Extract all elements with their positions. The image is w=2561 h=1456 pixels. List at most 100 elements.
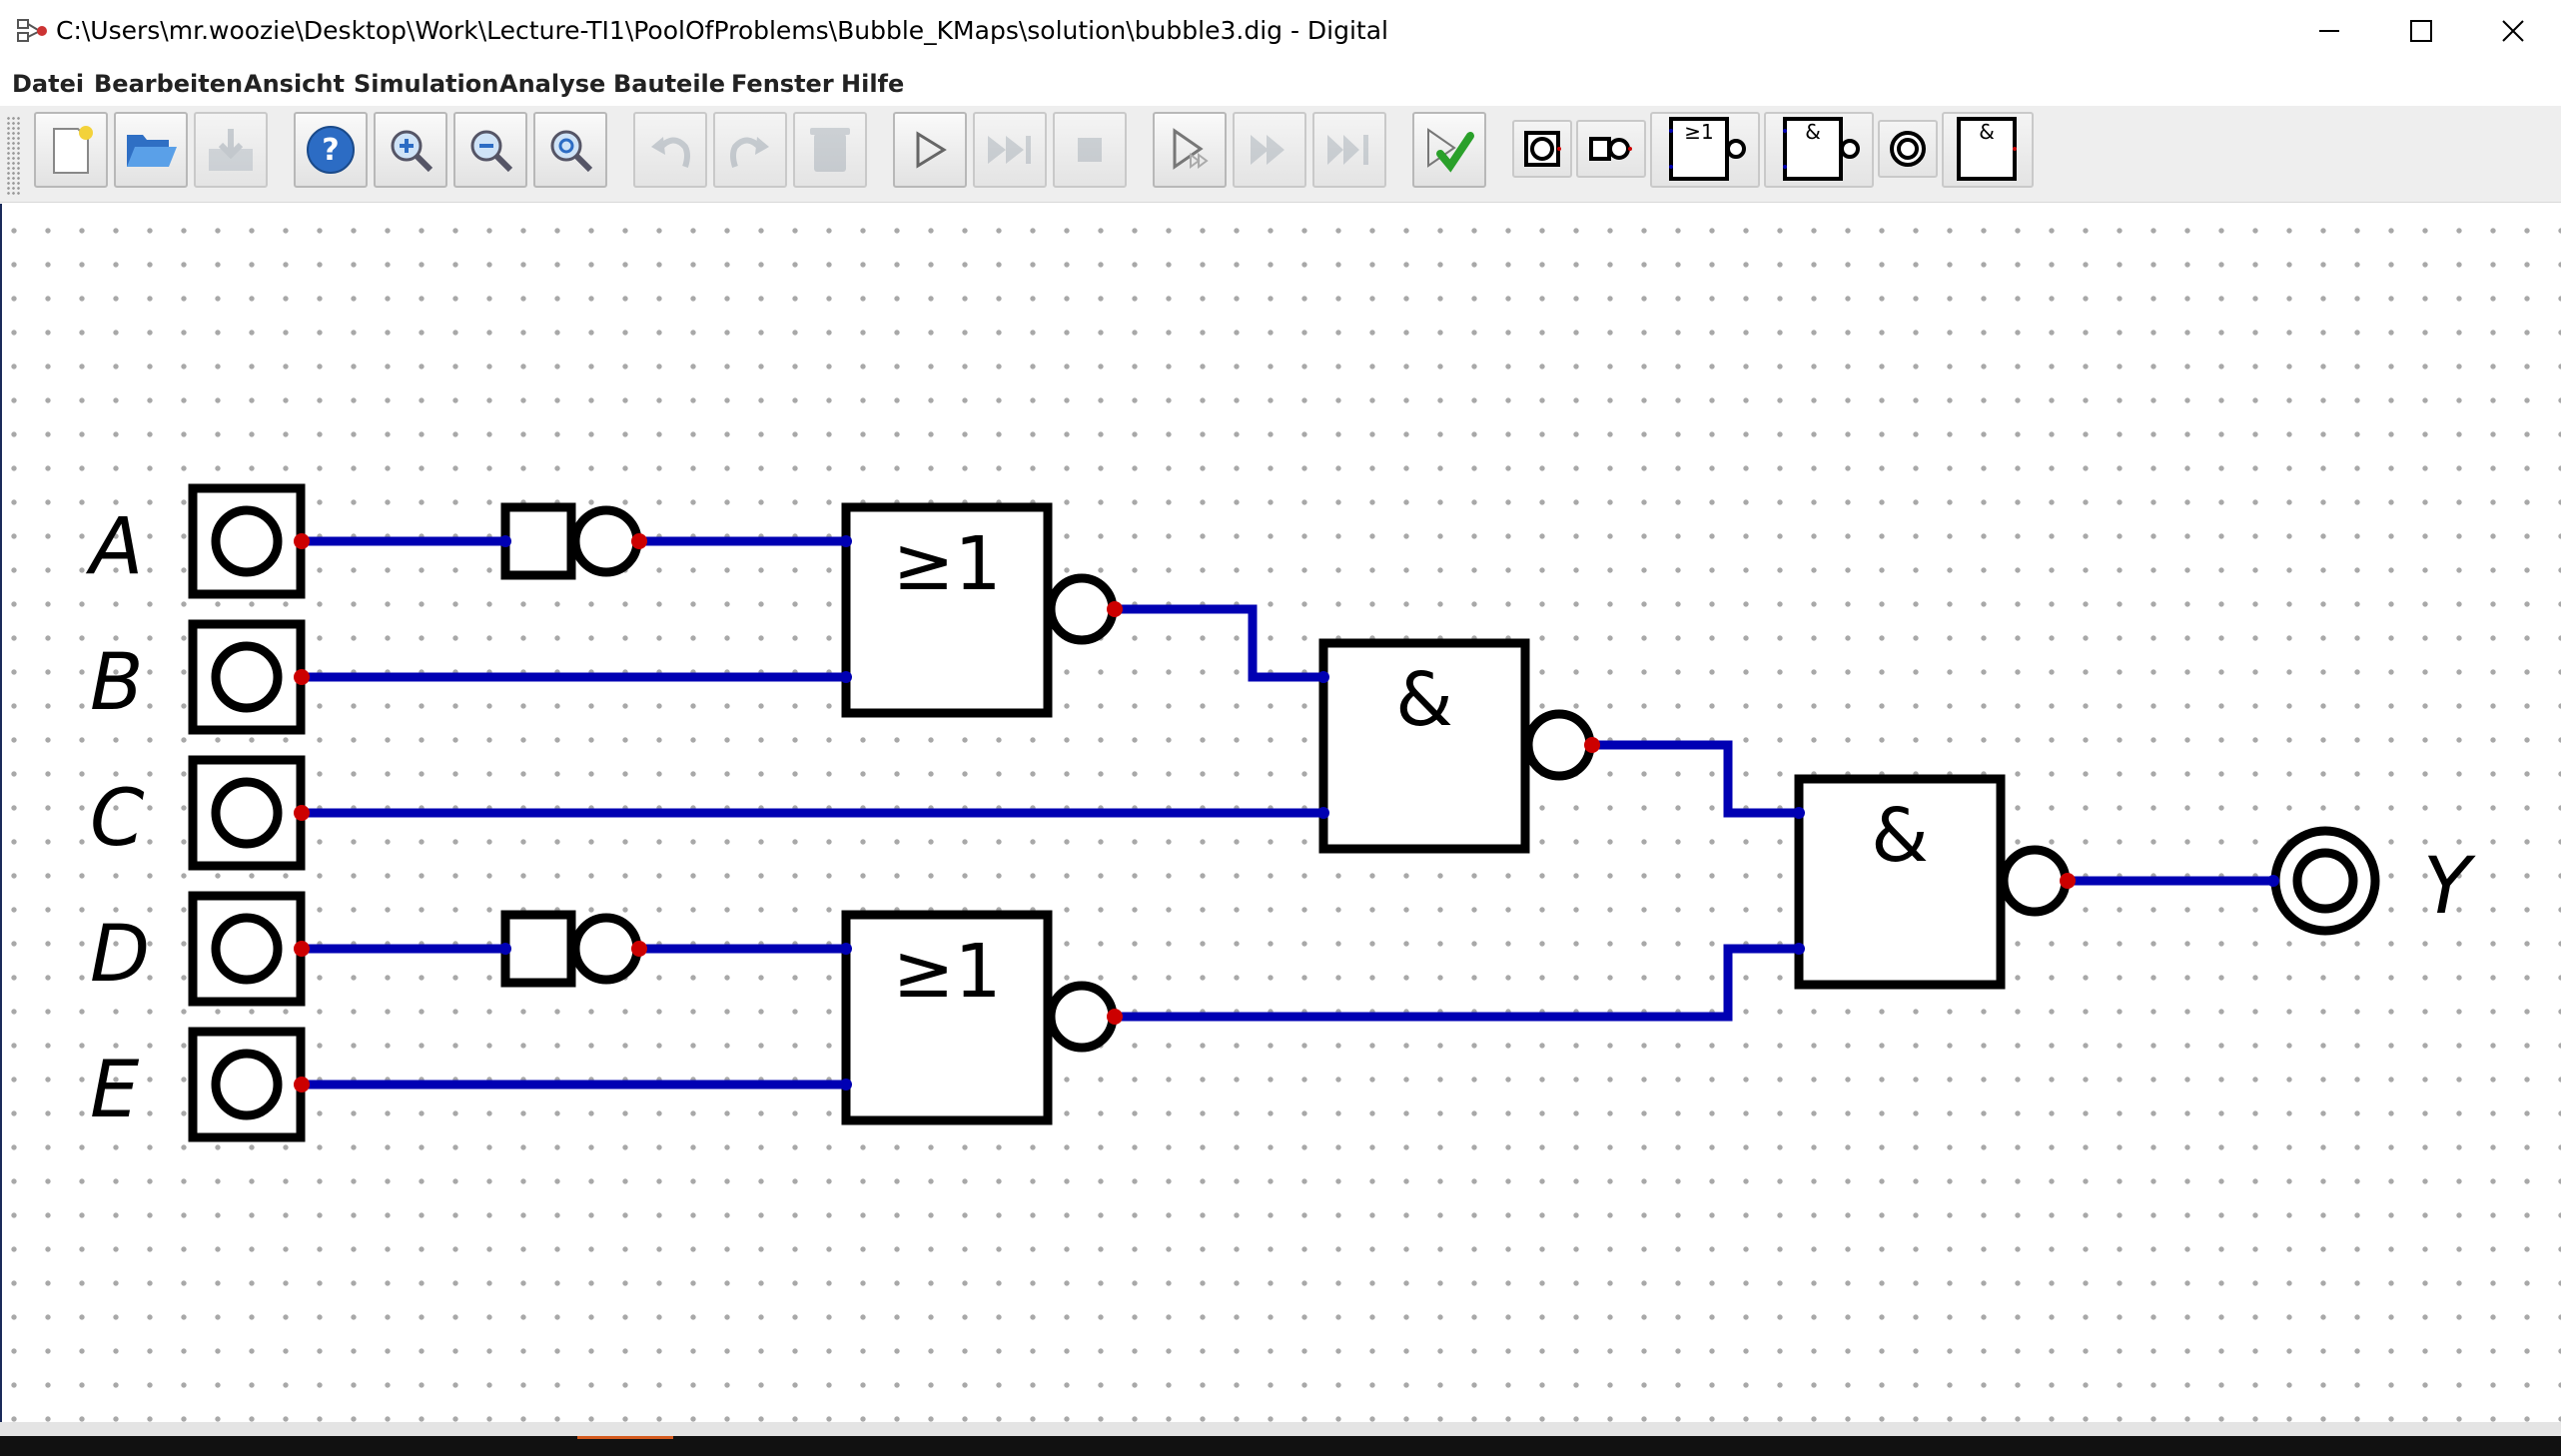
menu-bar: Datei Bearbeiten Ansicht Simulation Anal… [0, 62, 2561, 104]
minimize-button[interactable] [2283, 0, 2375, 62]
recent-and-part[interactable]: & [1942, 112, 2034, 188]
menu-bauteile[interactable]: Bauteile [607, 68, 731, 100]
single-step-button[interactable] [1153, 112, 1227, 188]
and-part-label: & [1979, 120, 1995, 144]
menu-analyse[interactable]: Analyse [493, 68, 611, 100]
redo-button[interactable] [713, 112, 787, 188]
not-gate-d[interactable] [500, 910, 642, 988]
open-folder-icon [127, 135, 177, 167]
nand-gate-middle-label: & [1395, 657, 1453, 743]
zoom-fit-icon [550, 130, 593, 173]
step-double-icon [1251, 135, 1284, 165]
and-part-icon: & [1957, 117, 2017, 181]
zoom-in-button[interactable] [374, 112, 447, 188]
app-icon [17, 19, 47, 42]
nand-gate-final[interactable]: & [1794, 774, 2071, 990]
nor-part-label: ≥1 [1684, 120, 1713, 144]
help-icon: ? [307, 126, 355, 174]
output-part-icon [1890, 131, 1926, 167]
save-icon [209, 129, 253, 171]
zoom-fit-button[interactable] [533, 112, 607, 188]
menu-datei[interactable]: Datei [6, 68, 90, 100]
menu-ansicht[interactable]: Ansicht [238, 68, 351, 100]
zoom-out-button[interactable] [453, 112, 527, 188]
step-icon [1173, 128, 1209, 170]
step-end-icon [1327, 135, 1368, 165]
nand-part-icon: & [1783, 117, 1860, 181]
test-check-icon [1427, 128, 1474, 173]
help-button[interactable]: ? [294, 112, 368, 188]
nand-part-label: & [1805, 120, 1821, 144]
status-bar [0, 1422, 2561, 1436]
close-button[interactable] [2467, 0, 2559, 62]
menu-simulation[interactable]: Simulation [348, 68, 504, 100]
nor-gate-bottom-label: ≥1 [892, 929, 1001, 1015]
start-simulation-button[interactable] [893, 112, 967, 188]
recent-not-part[interactable] [1576, 120, 1646, 178]
nor-part-icon: ≥1 [1669, 117, 1746, 181]
input-part-icon [1524, 131, 1561, 167]
menu-bearbeiten[interactable]: Bearbeiten [88, 68, 249, 100]
fast-forward-icon [988, 136, 1031, 164]
wire-nor-top-to-nand[interactable] [1110, 604, 1325, 682]
zoom-in-icon [391, 130, 433, 173]
wire-nor-bottom-to-final[interactable] [1110, 944, 1801, 1022]
recent-input-part[interactable] [1512, 120, 1572, 178]
input-label-d: D [90, 910, 150, 1000]
nand-gate-middle[interactable]: & [1318, 638, 1595, 854]
delete-icon [810, 128, 850, 172]
zoom-out-icon [470, 130, 513, 173]
minimize-icon [2319, 30, 2339, 32]
save-button[interactable] [194, 112, 268, 188]
close-icon [2502, 20, 2524, 42]
input-label-a: A [85, 502, 143, 592]
input-b[interactable] [188, 619, 306, 735]
wire-nand-to-final[interactable] [1587, 740, 1801, 818]
output-label-y: Y [2423, 842, 2476, 932]
toolbar-grip[interactable] [6, 116, 20, 196]
input-label-c: C [90, 774, 145, 864]
undo-button[interactable] [633, 112, 707, 188]
micro-step-button[interactable] [1233, 112, 1306, 188]
run-tests-button[interactable] [1412, 112, 1486, 188]
os-taskbar [0, 1436, 2561, 1456]
input-c[interactable] [188, 755, 306, 871]
output-y[interactable] [2270, 826, 2380, 936]
run-to-end-button[interactable] [1312, 112, 1386, 188]
circuit-canvas[interactable]: A B C D E ≥1 ≥1 & & Y [0, 204, 2561, 1424]
window-title: C:\Users\mr.woozie\Desktop\Work\Lecture-… [56, 16, 1388, 45]
recent-output-part[interactable] [1878, 120, 1938, 178]
delete-button[interactable] [793, 112, 867, 188]
svg-text:?: ? [322, 133, 339, 168]
toolbar: ? ≥1 & & [0, 106, 2561, 203]
input-label-e: E [90, 1046, 140, 1135]
nand-gate-final-label: & [1871, 793, 1929, 879]
undo-icon [651, 137, 690, 168]
menu-fenster[interactable]: Fenster [725, 68, 840, 100]
not-gate-a[interactable] [500, 502, 642, 580]
new-icon [53, 126, 93, 174]
circuit-diagram[interactable]: A B C D E ≥1 ≥1 & & Y [2, 204, 2561, 1424]
stop-icon [1078, 138, 1102, 162]
nor-gate-bottom[interactable]: ≥1 [841, 910, 1118, 1125]
redo-icon [730, 137, 769, 168]
title-bar: C:\Users\mr.woozie\Desktop\Work\Lecture-… [0, 0, 2561, 62]
input-e[interactable] [188, 1027, 306, 1142]
stop-simulation-button[interactable] [1053, 112, 1127, 188]
new-button[interactable] [34, 112, 108, 188]
input-label-b: B [90, 638, 144, 728]
maximize-button[interactable] [2375, 0, 2467, 62]
nor-gate-top[interactable]: ≥1 [841, 502, 1118, 718]
run-to-break-button[interactable] [973, 112, 1047, 188]
nor-gate-top-label: ≥1 [892, 521, 1001, 607]
input-a[interactable] [188, 483, 306, 599]
taskbar-active-indicator [577, 1436, 673, 1439]
input-d[interactable] [188, 891, 306, 1007]
menu-hilfe[interactable]: Hilfe [835, 68, 910, 100]
maximize-icon [2410, 20, 2432, 42]
recent-nor-part[interactable]: ≥1 [1650, 112, 1760, 188]
play-icon [916, 131, 947, 169]
open-button[interactable] [114, 112, 188, 188]
recent-nand-part[interactable]: & [1764, 112, 1874, 188]
not-part-icon [1589, 137, 1632, 161]
